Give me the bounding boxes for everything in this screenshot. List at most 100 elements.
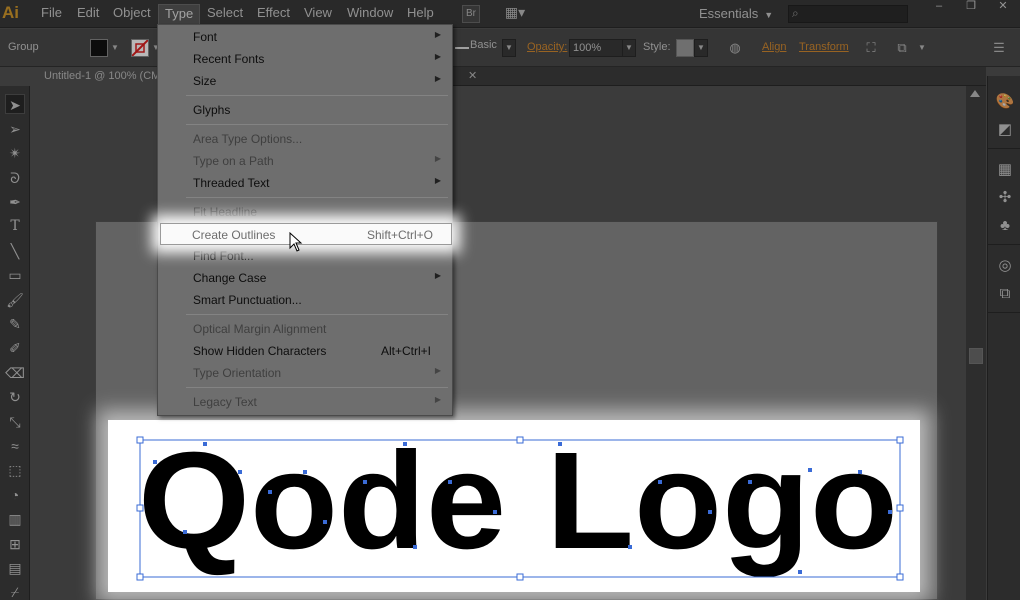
- bridge-button[interactable]: Br: [462, 5, 480, 23]
- magic-wand-icon[interactable]: ✴: [5, 143, 25, 163]
- line-segment-icon[interactable]: ╲: [5, 241, 25, 261]
- fill-swatch[interactable]: [90, 39, 108, 57]
- shape-builder-icon[interactable]: ◔: [5, 485, 25, 505]
- menu-item-glyphs[interactable]: Glyphs: [159, 99, 451, 121]
- graphic-styles-icon[interactable]: ⧉: [995, 284, 1015, 304]
- scroll-up-icon[interactable]: [970, 90, 980, 97]
- align-link[interactable]: Align: [762, 41, 786, 53]
- outlined-logo-text[interactable]: Qode Logo: [138, 424, 898, 578]
- menu-item-area-type-options: Area Type Options...: [159, 128, 451, 150]
- illustrator-window: Ai File Edit Object Type Select Effect V…: [0, 0, 1020, 600]
- mesh-icon[interactable]: ⊞: [5, 534, 25, 554]
- menu-item-size[interactable]: Size ▶: [159, 70, 451, 92]
- control-bar: Group ▼ ▼ Basic ▼ Opacity: 100% ▼ Style:…: [0, 29, 1020, 67]
- menu-separator: [186, 387, 448, 388]
- mouse-pointer-icon: [289, 232, 303, 252]
- color-guide-icon[interactable]: ◩: [995, 120, 1015, 140]
- close-tab-icon[interactable]: ✕: [468, 69, 477, 82]
- panel-menu-icon[interactable]: ☰: [990, 39, 1008, 57]
- menu-item-show-hidden-characters[interactable]: Show Hidden Characters Alt+Ctrl+I: [159, 340, 451, 362]
- menu-edit[interactable]: Edit: [77, 5, 99, 20]
- transform-link[interactable]: Transform: [799, 41, 849, 53]
- blob-brush-icon[interactable]: ✐: [5, 338, 25, 358]
- menu-effect[interactable]: Effect: [257, 5, 290, 20]
- help-search-input[interactable]: ⌕: [788, 5, 908, 23]
- menu-item-find-font[interactable]: Find Font...: [159, 245, 451, 267]
- select-similar-icon[interactable]: ⧉: [893, 39, 911, 57]
- menu-item-change-case[interactable]: Change Case ▶: [159, 267, 451, 289]
- lasso-icon[interactable]: ᘐ: [5, 168, 25, 188]
- document-tab[interactable]: Untitled-1 @ 100% (CMYK/Preview): [36, 67, 158, 86]
- recolor-artwork-icon[interactable]: ◍: [726, 39, 744, 57]
- workspace-switcher[interactable]: Essentials ▼: [699, 6, 773, 21]
- menu-separator: [186, 124, 448, 125]
- rotate-icon[interactable]: ↻: [5, 387, 25, 407]
- selection-icon[interactable]: ➤: [5, 94, 25, 114]
- opacity-dropdown-icon[interactable]: ▼: [622, 39, 636, 57]
- graphic-style-swatch[interactable]: [676, 39, 694, 57]
- submenu-arrow-icon: ▶: [434, 154, 441, 163]
- menu-item-type-orientation: Type Orientation ▶: [159, 362, 451, 384]
- style-dropdown-icon[interactable]: ▼: [694, 39, 708, 57]
- menu-file[interactable]: File: [41, 5, 62, 20]
- paintbrush-icon[interactable]: 🖌: [5, 290, 25, 310]
- arrange-documents-icon[interactable]: ▦▾: [502, 5, 528, 23]
- menu-item-label: Smart Punctuation...: [193, 293, 302, 307]
- scroll-thumb[interactable]: [969, 348, 983, 364]
- menu-object[interactable]: Object: [113, 5, 151, 20]
- eraser-icon[interactable]: ⌫: [5, 363, 25, 383]
- brush-definition-label: Basic: [470, 39, 497, 51]
- menu-item-legacy-text: Legacy Text ▶: [159, 391, 451, 413]
- symbols-icon[interactable]: ♣: [995, 216, 1015, 236]
- menu-item-font[interactable]: Font ▶: [159, 26, 451, 48]
- menu-item-smart-punctuation[interactable]: Smart Punctuation...: [159, 289, 451, 311]
- eyedropper-icon[interactable]: ⌿: [5, 582, 25, 600]
- pen-icon[interactable]: ✒: [5, 192, 25, 212]
- pencil-icon[interactable]: ✎: [5, 314, 25, 334]
- menu-item-shortcut: Alt+Ctrl+I: [380, 344, 431, 358]
- app-logo: Ai: [2, 3, 19, 22]
- selection-type-label: Group: [8, 41, 39, 53]
- stroke-profile-preview: [455, 47, 469, 49]
- menu-item-label: Legacy Text: [193, 395, 257, 409]
- vertical-scrollbar[interactable]: [966, 86, 986, 600]
- menu-item-label: Find Font...: [193, 249, 254, 263]
- opacity-input[interactable]: 100%: [569, 39, 624, 57]
- maximize-button[interactable]: ❐: [956, 0, 986, 14]
- fill-dropdown-icon[interactable]: ▼: [111, 39, 121, 57]
- select-similar-dropdown-icon[interactable]: ▼: [913, 39, 931, 57]
- menu-item-threaded-text[interactable]: Threaded Text ▶: [159, 172, 451, 194]
- brush-dropdown-icon[interactable]: ▼: [502, 39, 516, 57]
- rectangle-icon[interactable]: ▭: [5, 265, 25, 285]
- free-transform-icon[interactable]: ⬚: [5, 460, 25, 480]
- color-icon[interactable]: 🎨: [995, 92, 1015, 112]
- menu-type[interactable]: Type: [158, 4, 201, 26]
- menu-item-label: Recent Fonts: [193, 52, 265, 66]
- chevron-down-icon: ▼: [764, 10, 774, 20]
- perspective-grid-icon[interactable]: ▥: [5, 509, 25, 529]
- menu-item-label: Type Orientation: [193, 366, 282, 380]
- close-button[interactable]: ✕: [988, 0, 1018, 14]
- direct-selection-icon[interactable]: ➢: [5, 119, 25, 139]
- swatches-icon[interactable]: ▦: [995, 160, 1015, 180]
- menu-item-create-outlines[interactable]: Create Outlines Shift+Ctrl+O: [160, 223, 452, 245]
- minimize-button[interactable]: –: [924, 0, 954, 14]
- type-icon[interactable]: T: [5, 216, 25, 236]
- stroke-swatch[interactable]: [131, 39, 149, 57]
- menu-item-recent-fonts[interactable]: Recent Fonts ▶: [159, 48, 451, 70]
- isolate-group-icon[interactable]: ⛶: [862, 39, 880, 57]
- menu-select[interactable]: Select: [207, 5, 243, 20]
- opacity-link[interactable]: Opacity:: [527, 41, 567, 53]
- menu-view[interactable]: View: [304, 5, 332, 20]
- menu-help[interactable]: Help: [407, 5, 434, 20]
- artwork-selection[interactable]: Qode Logo: [108, 420, 920, 592]
- brushes-icon[interactable]: ✣: [995, 188, 1015, 208]
- menu-window[interactable]: Window: [347, 5, 393, 20]
- width-icon[interactable]: ≈: [5, 436, 25, 456]
- menu-item-label: Size: [193, 74, 217, 88]
- menu-item-label: Font: [193, 30, 218, 44]
- gradient-icon[interactable]: ▤: [5, 558, 25, 578]
- scale-icon[interactable]: ⤡: [5, 412, 25, 432]
- appearance-icon[interactable]: ◎: [995, 256, 1015, 276]
- submenu-arrow-icon: ▶: [434, 52, 441, 61]
